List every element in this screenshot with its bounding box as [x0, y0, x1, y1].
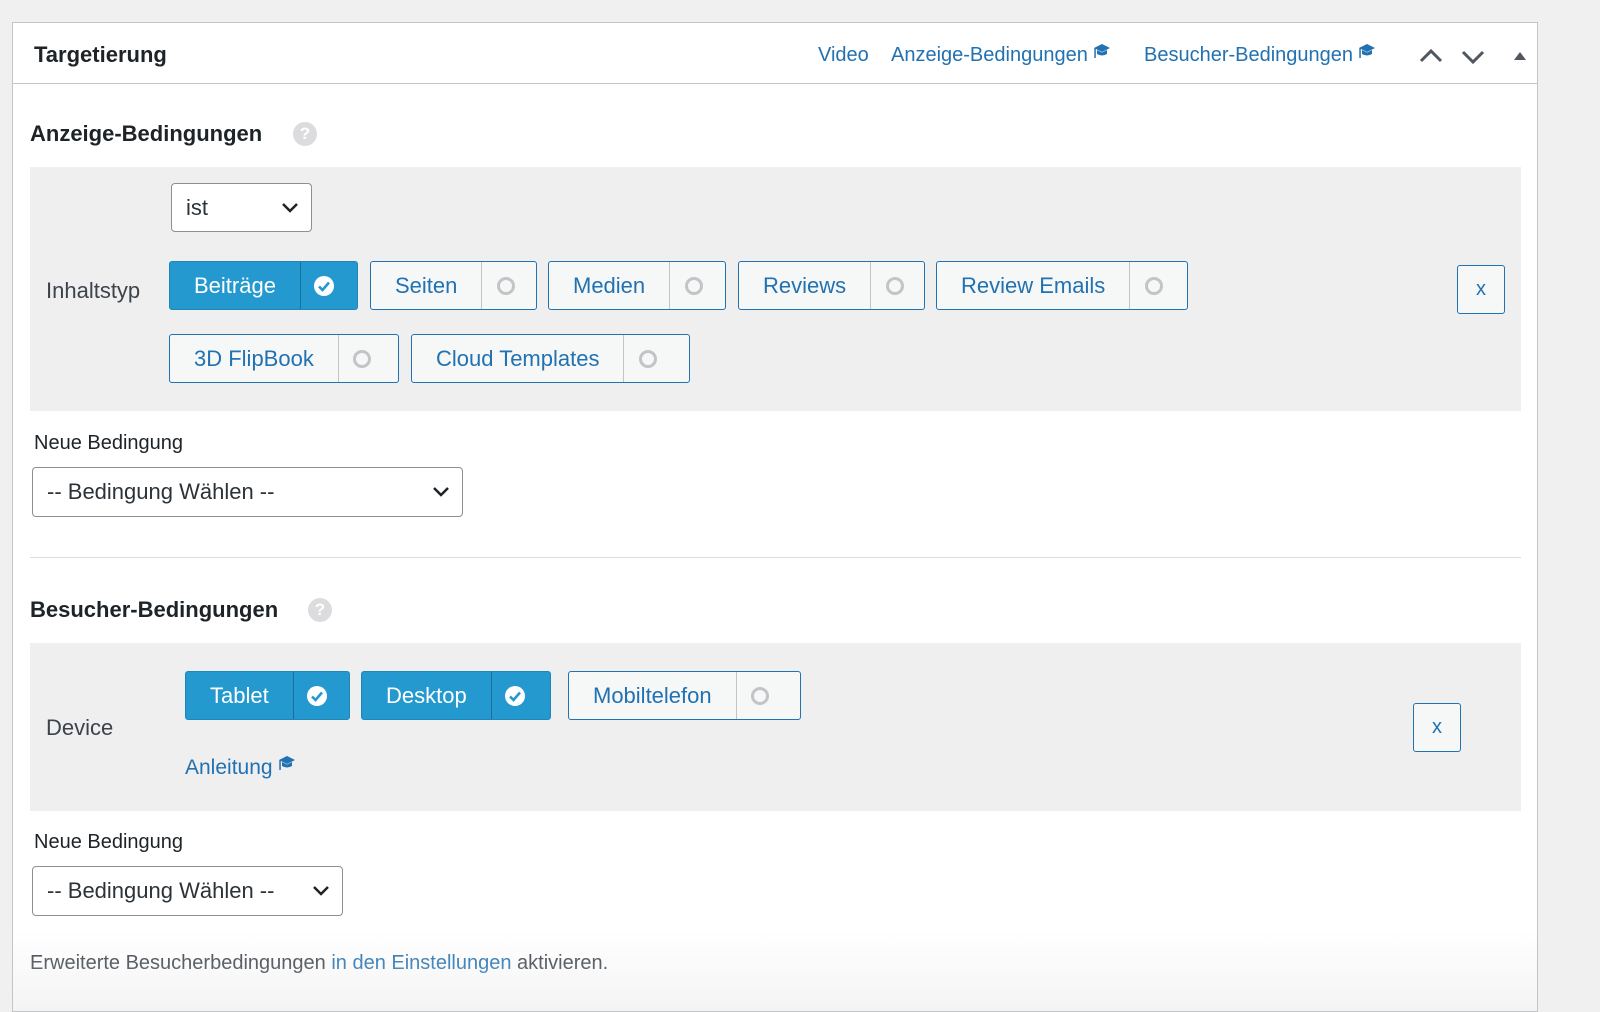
empty-circle-icon	[353, 349, 372, 368]
new-condition-label: Neue Bedingung	[34, 432, 184, 454]
option-chip-review-emails[interactable]: Review Emails	[936, 261, 1188, 310]
operator-select[interactable]: ist	[171, 183, 312, 232]
header-link-visitor-conditions[interactable]: Besucher-Bedingungen	[1144, 44, 1377, 67]
header-link-video[interactable]: Video	[818, 44, 869, 67]
graduation-cap-icon	[1093, 44, 1110, 58]
check-circle-icon	[307, 685, 328, 706]
empty-circle-icon	[885, 276, 904, 295]
display-conditions-title: Anzeige-Bedingungen	[30, 121, 263, 146]
check-circle-icon	[314, 275, 335, 296]
new-condition-select[interactable]: -- Bedingung Wählen --	[32, 866, 343, 916]
option-label: 3D FlipBook	[194, 345, 314, 371]
empty-circle-icon	[684, 276, 703, 295]
chevron-down-icon	[433, 487, 449, 497]
toggle	[1129, 262, 1177, 309]
option-chip-tablet[interactable]: Tablet	[185, 671, 350, 720]
option-label: Cloud Templates	[436, 345, 600, 371]
empty-circle-icon	[638, 349, 657, 368]
option-chip-3d-flipbook[interactable]: 3D FlipBook	[169, 334, 399, 383]
select-value: -- Bedingung Wählen --	[47, 878, 275, 903]
empty-circle-icon	[496, 276, 515, 295]
help-icon[interactable]: ?	[293, 122, 317, 146]
move-up-icon[interactable]	[1416, 41, 1446, 71]
check-circle-icon	[505, 685, 526, 706]
settings-link[interactable]: in den Einstellungen	[331, 952, 511, 974]
option-label: Tablet	[210, 682, 269, 708]
toggle	[292, 672, 341, 719]
toggle	[490, 672, 539, 719]
manual-link-label: Anleitung	[185, 756, 273, 779]
toggle	[481, 262, 529, 309]
new-condition-select[interactable]: -- Bedingung Wählen --	[32, 467, 463, 517]
collapse-toggle-icon[interactable]	[1505, 41, 1535, 71]
footer-text-before: Erweiterte Besucherbedingungen	[30, 952, 326, 974]
empty-circle-icon	[1144, 276, 1163, 295]
section-divider	[30, 557, 1521, 558]
graduation-cap-icon	[1359, 44, 1376, 58]
empty-circle-icon	[751, 686, 770, 705]
option-label: Medien	[573, 272, 646, 298]
chevron-down-icon	[313, 886, 329, 896]
move-down-icon[interactable]	[1458, 41, 1488, 71]
option-label: Reviews	[763, 272, 847, 298]
option-chip-medien[interactable]: Medien	[548, 261, 726, 310]
option-chip-beitraege[interactable]: Beiträge	[169, 261, 358, 310]
metabox-title: Targetierung	[34, 42, 167, 67]
footer-text-after: aktivieren.	[517, 952, 609, 974]
toggle	[623, 335, 671, 382]
toggle	[337, 335, 386, 382]
toggle	[870, 262, 918, 309]
chevron-down-icon	[282, 202, 298, 213]
toggle	[299, 262, 348, 309]
operator-select-value: ist	[186, 195, 208, 220]
targeting-metabox: Targetierung Video Anzeige-Bedingungen B…	[12, 22, 1538, 1012]
header-link-label: Anzeige-Bedingungen	[891, 44, 1088, 66]
content-type-label: Inhaltstyp	[46, 278, 141, 303]
metabox-header: Targetierung Video Anzeige-Bedingungen B…	[13, 23, 1537, 84]
header-link-label: Besucher-Bedingungen	[1144, 44, 1354, 66]
visitor-conditions-title: Besucher-Bedingungen	[30, 597, 279, 622]
option-label: Seiten	[395, 272, 458, 298]
toggle	[735, 672, 784, 719]
option-label: Beiträge	[194, 272, 276, 298]
visitor-conditions-panel: Device Tablet Desktop Mobiltelefon Anlei…	[30, 643, 1521, 811]
toggle	[669, 262, 717, 309]
header-link-display-conditions[interactable]: Anzeige-Bedingungen	[891, 44, 1112, 67]
option-label: Mobiltelefon	[593, 682, 712, 708]
help-icon[interactable]: ?	[308, 598, 332, 622]
graduation-cap-icon	[278, 756, 295, 770]
option-chip-desktop[interactable]: Desktop	[361, 671, 551, 720]
option-chip-seiten[interactable]: Seiten	[370, 261, 537, 310]
option-chip-reviews[interactable]: Reviews	[738, 261, 925, 310]
new-condition-label: Neue Bedingung	[34, 831, 184, 853]
remove-condition-button[interactable]: x	[1457, 265, 1505, 314]
option-label: Desktop	[386, 682, 467, 708]
select-value: -- Bedingung Wählen --	[47, 479, 275, 504]
option-chip-cloud-templates[interactable]: Cloud Templates	[411, 334, 690, 383]
footer-note: Erweiterte Besucherbedingungen in den Ei…	[30, 952, 608, 975]
device-label: Device	[46, 715, 114, 740]
option-chip-mobiltelefon[interactable]: Mobiltelefon	[568, 671, 801, 720]
option-label: Review Emails	[961, 272, 1106, 298]
display-conditions-panel: ist Inhaltstyp Beiträge Seiten Medien Re…	[30, 167, 1521, 411]
remove-condition-button[interactable]: x	[1413, 703, 1461, 752]
manual-link[interactable]: Anleitung	[185, 756, 297, 780]
